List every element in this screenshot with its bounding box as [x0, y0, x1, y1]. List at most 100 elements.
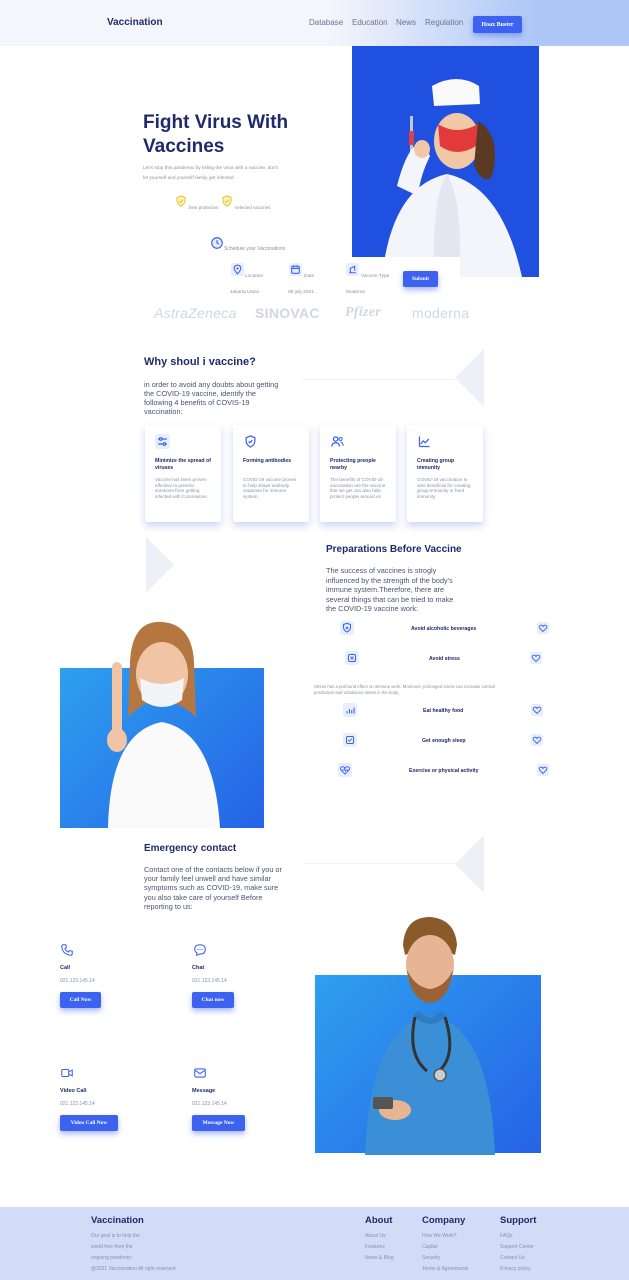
- chart-line-icon: [417, 434, 432, 449]
- shield-x-icon: [339, 620, 354, 635]
- benefit-card: Forming antibodies COVID-19 vaccine prov…: [233, 425, 309, 522]
- hero-title-line1: Fight Virus With: [143, 112, 289, 133]
- card-title: Forming antibodies: [243, 458, 292, 464]
- footer-brand[interactable]: Vaccination: [91, 1215, 144, 1226]
- message-now-button[interactable]: Message Now: [192, 1115, 245, 1131]
- prep-item[interactable]: Avoid alcoholic beverages: [330, 620, 552, 636]
- video-call-now-button[interactable]: Video Call Now: [60, 1115, 118, 1131]
- footer-link[interactable]: Capital: [422, 1244, 438, 1250]
- prep-desc-line: immune system.Therefore, there are: [326, 585, 445, 594]
- emergency-desc-line: symptoms such as COVID-19, make sure: [144, 883, 279, 893]
- heart-icon[interactable]: [530, 703, 543, 716]
- decor-line: [302, 379, 462, 380]
- why-desc-line: vaccination:: [144, 407, 183, 416]
- benefit-card: Creating group immunity COVID-19 vaccina…: [407, 425, 483, 522]
- heart-icon[interactable]: [536, 621, 549, 634]
- hero-title: Fight Virus With Vaccines: [143, 111, 313, 159]
- heart-icon[interactable]: [536, 763, 549, 776]
- stress-note-line: production and unbalance stress in the b…: [314, 690, 400, 695]
- shield-check-icon: [243, 434, 258, 449]
- navbar: Vaccination Database Education News Regu…: [0, 0, 629, 46]
- why-description: in order to avoid any doubts about getti…: [144, 380, 314, 416]
- hero-title-line2: Vaccines: [143, 136, 225, 157]
- footer-link[interactable]: News & Blog: [365, 1255, 394, 1261]
- prep-item[interactable]: Avoid stress: [330, 650, 552, 666]
- footer-link[interactable]: FAQs: [500, 1233, 513, 1239]
- footer-link[interactable]: Security: [422, 1255, 440, 1261]
- nav-link-database[interactable]: Database: [309, 18, 343, 27]
- footer-support-heading: Support: [500, 1215, 537, 1226]
- submit-button[interactable]: Submit: [403, 271, 438, 287]
- vaccine-type-label: Vaccine Type: [361, 274, 390, 279]
- vaccine-type-icon: [345, 262, 360, 277]
- footer-tagline: ongoing pandemic: [91, 1255, 132, 1261]
- prep-desc-line: the COVID-19 vaccine work:: [326, 604, 419, 613]
- contact-value: 021.123.145.14: [192, 978, 227, 984]
- stress-note: Stress has a profound effect on immune w…: [314, 684, 550, 696]
- contact-value: 021.123.145.14: [192, 1101, 227, 1107]
- badge-best-protection: best protection: [189, 205, 219, 210]
- nav-link-regulation[interactable]: Regulation: [425, 18, 463, 27]
- contact-value: 021.123.145.14: [60, 1101, 95, 1107]
- prep-item[interactable]: Get enough sleep: [330, 732, 552, 748]
- brand-logo[interactable]: Vaccination: [107, 17, 163, 28]
- card-title: Protecting preople nearby: [330, 458, 376, 471]
- nav-link-news[interactable]: News: [396, 18, 416, 27]
- emergency-desc-line: your family feel unwell and have similar: [144, 874, 271, 884]
- heart-icon[interactable]: [529, 651, 542, 664]
- vaccine-type-value[interactable]: Moderna: [346, 288, 365, 298]
- heart-icon[interactable]: [530, 733, 543, 746]
- why-desc-line: in order to avoid any doubts about getti…: [144, 380, 279, 389]
- call-now-button[interactable]: Call Now: [60, 992, 101, 1008]
- date-value[interactable]: 08 july 2021: [288, 288, 314, 298]
- emergency-desc-line: Contact one of the contacts below if you…: [144, 865, 282, 874]
- chat-now-button[interactable]: Chat now: [192, 992, 234, 1008]
- footer-link[interactable]: Terms & Agreements: [422, 1266, 468, 1272]
- contact-label: Call: [60, 965, 71, 971]
- card-desc: The benefits of COVID-19 vaccination are…: [330, 477, 386, 499]
- hero-subtitle-line2: let yourself and yourself family get inf…: [143, 175, 234, 181]
- astrazeneca-logo: AstraZeneca: [154, 305, 237, 321]
- clock-icon: [209, 235, 224, 250]
- hoax-buster-button[interactable]: Hoax Buster: [473, 16, 522, 33]
- chat-icon: [192, 942, 207, 957]
- footer-link[interactable]: Contact Us: [500, 1255, 525, 1261]
- hero-subtitle-line1: Let's stop this pandemic by killing the …: [143, 166, 278, 171]
- footer-link[interactable]: Features: [365, 1244, 385, 1250]
- emergency-desc-line: reporting to us:: [144, 901, 193, 911]
- location-label: Location: [245, 274, 264, 279]
- prep-item[interactable]: Exercise or physical activity: [330, 762, 552, 778]
- footer-link[interactable]: Support Center: [500, 1244, 534, 1250]
- card-desc: COVID-19 vaccine proven to help shape an…: [243, 477, 297, 499]
- prep-item-label: Exercise or physical activity: [409, 768, 479, 774]
- calendar-icon: [288, 262, 303, 277]
- prep-item-label: Avoid alcoholic beverages: [411, 626, 477, 632]
- contact-value: 021.123.145.14: [60, 978, 95, 984]
- schedule-label: Schedule your Vaccinations: [224, 246, 286, 252]
- prep-desc-line: The success of vaccines is strogly: [326, 566, 437, 575]
- mail-icon: [192, 1065, 207, 1080]
- decor-triangle: [455, 349, 484, 407]
- nav-link-education[interactable]: Education: [352, 18, 388, 27]
- badge-selected-vaccines: selected vaccines: [235, 205, 271, 210]
- date-label: Date: [304, 274, 315, 279]
- prep-item-label: Avoid stress: [429, 656, 460, 662]
- footer-copyright: @2021 Vaccionation All right reserved: [91, 1266, 176, 1272]
- footer-link[interactable]: About Us: [365, 1233, 386, 1239]
- hero-subtitle: Let's stop this pandemic by killing the …: [143, 164, 313, 183]
- emergency-title: Emergency contact: [144, 843, 237, 854]
- location-pin-icon: [230, 262, 245, 277]
- emergency-desc-line: you also take care of yourself Before: [144, 892, 263, 902]
- decor-triangle: [146, 537, 174, 593]
- prep-desc-line: influenced by the strength of the body's: [326, 575, 453, 585]
- heart-pulse-icon: [337, 762, 352, 777]
- prep-desc-line: several things that can be tried to make: [326, 594, 454, 604]
- sinovac-logo: SINOVAC: [255, 305, 320, 321]
- vaccine-badge-icon: [220, 194, 233, 207]
- location-value[interactable]: Jakarta Utara: [230, 288, 259, 298]
- footer-link[interactable]: How We Work?: [422, 1233, 457, 1239]
- prep-item[interactable]: Eat healthy food: [330, 702, 552, 718]
- footer-link[interactable]: Privacy policy: [500, 1266, 531, 1272]
- woman-mask-photo: [60, 621, 264, 828]
- emergency-description: Contact one of the contacts below if you…: [144, 865, 314, 911]
